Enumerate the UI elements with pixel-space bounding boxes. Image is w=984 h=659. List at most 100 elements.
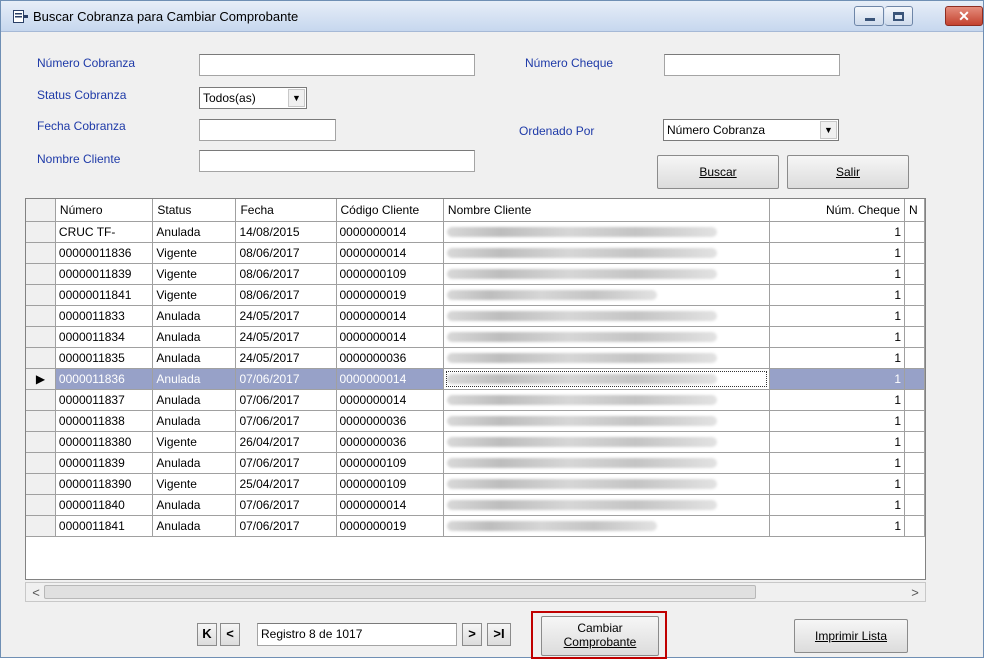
cell-codigo-cliente: 0000000014 [336, 368, 444, 390]
cell-n [904, 452, 925, 474]
status-cobranza-select[interactable]: Todos(as) ▼ [199, 87, 307, 109]
redacted-name [446, 395, 717, 406]
table-row[interactable]: 0000011833 Anulada 24/05/2017 0000000014 1 [26, 305, 925, 327]
cell-numero: 0000011833 [55, 305, 154, 327]
table-row[interactable]: 00000011836 Vigente 08/06/2017 0000000014 1 [26, 242, 925, 264]
row-indicator [26, 326, 56, 348]
first-record-button[interactable]: K [197, 623, 217, 646]
cell-status: Anulada [152, 305, 237, 327]
cell-nombre-cliente [443, 410, 770, 432]
maximize-button[interactable] [885, 6, 913, 26]
column-header-n[interactable]: N [904, 199, 925, 222]
table-row[interactable]: 0000011838 Anulada 07/06/2017 0000000036 1 [26, 410, 925, 432]
cell-codigo-cliente: 0000000014 [336, 242, 444, 264]
cell-n [904, 263, 925, 285]
close-button[interactable]: ✕ [945, 6, 983, 26]
table-row[interactable]: CRUC TF- Anulada 14/08/2015 0000000014 1 [26, 221, 925, 243]
buscar-button[interactable]: Buscar [657, 155, 779, 189]
table-row[interactable]: 0000011835 Anulada 24/05/2017 0000000036 1 [26, 347, 925, 369]
nombre-cliente-input[interactable] [199, 150, 475, 172]
cell-codigo-cliente: 0000000109 [336, 473, 444, 495]
buscar-label: Buscar [699, 165, 737, 179]
numero-cobranza-input[interactable] [199, 54, 475, 76]
cell-codigo-cliente: 0000000014 [336, 389, 444, 411]
table-row[interactable]: ▶ 0000011836 Anulada 07/06/2017 0000000014 1 [26, 368, 925, 390]
next-record-button[interactable]: > [462, 623, 482, 646]
cell-n [904, 473, 925, 495]
table-row[interactable]: 0000011841 Anulada 07/06/2017 0000000019 1 [26, 515, 925, 537]
cell-num-cheque: 1 [769, 326, 906, 348]
numero-cheque-input[interactable] [664, 54, 840, 76]
dialog-window: Buscar Cobranza para Cambiar Comprobante… [0, 0, 984, 659]
cell-fecha: 24/05/2017 [235, 326, 337, 348]
scroll-thumb[interactable] [44, 585, 756, 599]
cell-fecha: 24/05/2017 [235, 347, 337, 369]
cell-num-cheque: 1 [769, 410, 906, 432]
table-row[interactable]: 0000011837 Anulada 07/06/2017 0000000014 1 [26, 389, 925, 411]
chevron-down-icon[interactable]: ▼ [820, 121, 837, 139]
cell-nombre-cliente [443, 263, 770, 285]
redacted-name [446, 290, 657, 301]
cobranzas-grid[interactable]: Número Status Fecha Código Cliente Nombr… [25, 198, 926, 580]
column-header-nombre-cliente[interactable]: Nombre Cliente [443, 199, 770, 222]
row-indicator [26, 431, 56, 453]
cell-num-cheque: 1 [769, 263, 906, 285]
redacted-name [446, 437, 717, 448]
maximize-icon [893, 12, 904, 21]
cell-status: Vigente [152, 431, 237, 453]
column-header-codigo-cliente[interactable]: Código Cliente [336, 199, 444, 222]
scroll-right-icon[interactable]: > [907, 585, 923, 600]
cell-num-cheque: 1 [769, 305, 906, 327]
cell-n [904, 221, 925, 243]
table-row[interactable]: 00000118380 Vigente 26/04/2017 0000000036 1 [26, 431, 925, 453]
column-header-fecha[interactable]: Fecha [235, 199, 337, 222]
cell-numero: 0000011836 [55, 368, 154, 390]
chevron-down-icon[interactable]: ▼ [288, 89, 305, 107]
table-row[interactable]: 0000011840 Anulada 07/06/2017 0000000014 1 [26, 494, 925, 516]
cell-fecha: 07/06/2017 [235, 410, 337, 432]
cell-n [904, 515, 925, 537]
imprimir-lista-button[interactable]: Imprimir Lista [794, 619, 908, 653]
table-row[interactable]: 0000011839 Anulada 07/06/2017 0000000109 1 [26, 452, 925, 474]
last-record-button[interactable]: >I [487, 623, 511, 646]
salir-label: Salir [835, 165, 860, 179]
window-title: Buscar Cobranza para Cambiar Comprobante [33, 9, 299, 24]
cell-fecha: 08/06/2017 [235, 284, 337, 306]
column-header-num-cheque[interactable]: Núm. Cheque [769, 199, 906, 222]
cell-numero: 00000011836 [55, 242, 154, 264]
row-indicator [26, 494, 56, 516]
redacted-name [446, 248, 717, 259]
cell-codigo-cliente: 0000000014 [336, 494, 444, 516]
fecha-cobranza-input[interactable] [199, 119, 336, 141]
cell-codigo-cliente: 0000000014 [336, 305, 444, 327]
cell-n [904, 326, 925, 348]
cell-fecha: 07/06/2017 [235, 515, 337, 537]
table-row[interactable]: 00000011841 Vigente 08/06/2017 0000000019 1 [26, 284, 925, 306]
cell-fecha: 07/06/2017 [235, 389, 337, 411]
horizontal-scrollbar[interactable]: < > [25, 582, 926, 602]
prev-record-button[interactable]: < [220, 623, 240, 646]
column-header-status[interactable]: Status [152, 199, 237, 222]
table-row[interactable]: 00000118390 Vigente 25/04/2017 0000000109 1 [26, 473, 925, 495]
column-header-numero[interactable]: Número [55, 199, 154, 222]
numero-cheque-label: Número Cheque [525, 56, 614, 70]
cell-num-cheque: 1 [769, 389, 906, 411]
cell-nombre-cliente [443, 515, 770, 537]
ordenado-por-select[interactable]: Número Cobranza ▼ [663, 119, 839, 141]
table-row[interactable]: 00000011839 Vigente 08/06/2017 0000000109 1 [26, 263, 925, 285]
minimize-button[interactable] [854, 6, 884, 26]
cell-numero: 0000011838 [55, 410, 154, 432]
nombre-cliente-label: Nombre Cliente [37, 152, 121, 166]
cell-n [904, 305, 925, 327]
cell-num-cheque: 1 [769, 473, 906, 495]
row-indicator [26, 515, 56, 537]
salir-button[interactable]: Salir [787, 155, 909, 189]
cell-fecha: 07/06/2017 [235, 494, 337, 516]
table-row[interactable]: 0000011834 Anulada 24/05/2017 0000000014 1 [26, 326, 925, 348]
cell-fecha: 14/08/2015 [235, 221, 337, 243]
cell-status: Anulada [152, 368, 237, 390]
redacted-name [446, 458, 717, 469]
scroll-left-icon[interactable]: < [28, 585, 44, 600]
redacted-name [446, 416, 717, 427]
cell-numero: 0000011837 [55, 389, 154, 411]
